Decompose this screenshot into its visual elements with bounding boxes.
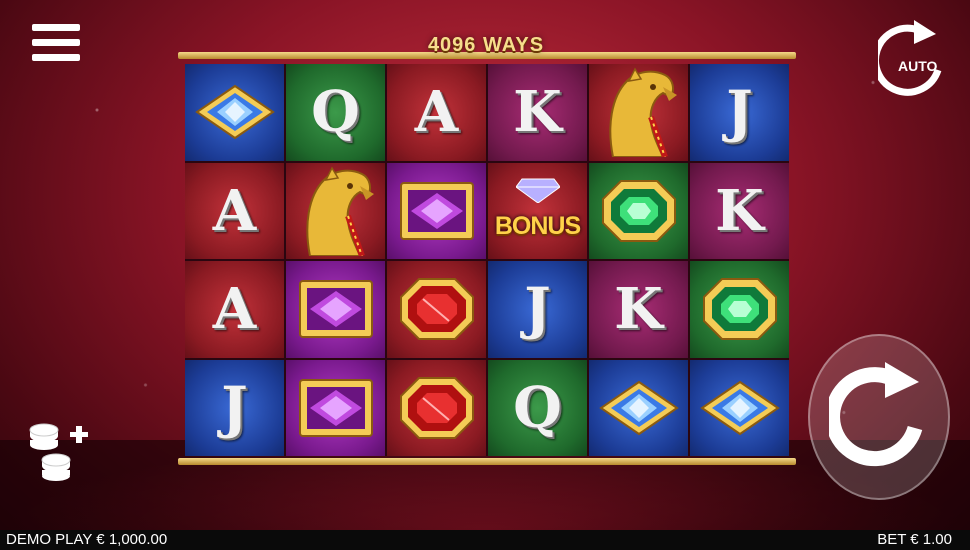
reel-cell — [589, 359, 688, 456]
menu-icon-bar — [32, 24, 80, 31]
reel-cell: K — [589, 261, 688, 358]
ways-label: 4096 WAYS — [427, 34, 545, 56]
menu-button[interactable] — [32, 24, 80, 70]
golden-panther-icon — [608, 67, 677, 158]
golden-panther-icon — [305, 166, 374, 256]
symbol-letter-k: K — [715, 177, 764, 244]
reel-cell — [589, 64, 688, 161]
amethyst-gem-icon — [399, 181, 474, 240]
symbol-letter-j: J — [221, 374, 248, 441]
amethyst-gem-icon — [298, 280, 373, 339]
bonus-symbol-label: BONUS — [494, 212, 581, 240]
reel-cell: A — [387, 64, 486, 161]
balance-display: DEMO PLAY € 1,000.00 — [6, 531, 168, 548]
symbol-letter-q: Q — [311, 79, 360, 146]
reel-cell — [387, 261, 486, 358]
reel-cell — [286, 359, 385, 456]
coins-plus-icon — [29, 423, 88, 481]
symbol-letter-k: K — [513, 79, 562, 146]
blue-diamond-icon — [598, 380, 679, 435]
status-bar: DEMO PLAY € 1,000.00 BET € 1.00 — [0, 530, 970, 550]
reel-bottom-frame — [178, 458, 796, 465]
symbol-letter-a: A — [212, 177, 257, 244]
reel-grid: QAK JA BONUS K A J K J Q — [185, 64, 789, 456]
bet-settings-button[interactable] — [26, 422, 90, 488]
auto-label: AUTO — [898, 58, 938, 74]
reel-cell — [185, 64, 284, 161]
ruby-gem-icon — [399, 376, 474, 439]
emerald-gem-icon — [601, 179, 676, 242]
reel-cell: J — [185, 359, 284, 456]
reel-cell: BONUS — [488, 162, 587, 259]
emerald-gem-icon — [702, 278, 777, 341]
reel-cell: J — [488, 261, 587, 358]
amethyst-gem-icon — [298, 378, 373, 437]
symbol-letter-j: J — [726, 79, 753, 146]
reel-cell: Q — [286, 64, 385, 161]
reel-cell — [589, 162, 688, 259]
reel-cell: K — [690, 162, 789, 259]
reel-cell — [387, 162, 486, 259]
reel-cell: Q — [488, 359, 587, 456]
blue-diamond-icon — [194, 85, 275, 140]
symbol-letter-j: J — [524, 276, 551, 343]
symbol-letter-k: K — [614, 276, 663, 343]
reel-cell: A — [185, 261, 284, 358]
symbol-letter-a: A — [212, 276, 257, 343]
spin-button[interactable] — [808, 334, 950, 500]
reel-cell: K — [488, 64, 587, 161]
reel-cell — [286, 261, 385, 358]
reel-cell — [690, 261, 789, 358]
symbol-letter-q: Q — [513, 374, 562, 441]
menu-icon-bar — [32, 54, 80, 61]
symbol-letter-a: A — [414, 79, 459, 146]
bonus-diamond-icon — [516, 178, 560, 203]
blue-diamond-icon — [699, 380, 780, 435]
bet-display: BET € 1.00 — [877, 531, 952, 548]
reel-cell: J — [690, 64, 789, 161]
reel-cell — [387, 359, 486, 456]
reel-cell — [286, 162, 385, 259]
reel-cell: A — [185, 162, 284, 259]
menu-icon-bar — [32, 39, 80, 46]
auto-spin-button[interactable]: AUTO — [872, 20, 944, 100]
spin-icon — [829, 362, 923, 467]
reel-cell — [690, 359, 789, 456]
ruby-gem-icon — [399, 278, 474, 341]
